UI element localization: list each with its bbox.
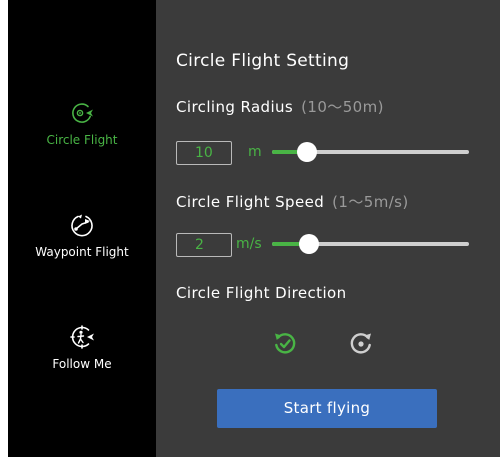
speed-range: (1～5m/s) (332, 193, 409, 211)
slider-thumb[interactable] (297, 142, 318, 162)
radius-label-text: Circling Radius (176, 98, 294, 116)
speed-label-text: Circle Flight Speed (176, 193, 325, 211)
sidebar-item-waypoint-flight[interactable]: Waypoint Flight (8, 212, 156, 259)
radius-slider[interactable] (272, 142, 469, 162)
speed-input[interactable]: 2 (176, 233, 232, 257)
speed-slider[interactable] (272, 234, 469, 254)
sidebar-item-label: Follow Me (52, 357, 112, 371)
sidebar-item-follow-me[interactable]: Follow Me (8, 324, 156, 371)
sidebar-item-label: Circle Flight (46, 133, 118, 147)
slider-thumb[interactable] (299, 234, 320, 254)
clockwise-button[interactable] (348, 330, 374, 356)
start-flying-button[interactable]: Start flying (217, 389, 437, 428)
radius-range: (10～50m) (301, 98, 384, 116)
sidebar-item-label: Waypoint Flight (35, 245, 129, 259)
speed-unit: m/s (236, 236, 262, 252)
radius-unit: m (248, 144, 262, 160)
radius-label: Circling Radius (10～50m) (176, 96, 384, 117)
mode-sidebar: Circle Flight Waypoint Flight Follow Me (8, 0, 156, 457)
waypoint-flight-icon (71, 214, 93, 237)
rotate-ccw-check-icon (275, 333, 296, 354)
page-title: Circle Flight Setting (176, 51, 350, 71)
speed-label: Circle Flight Speed (1～5m/s) (176, 191, 409, 212)
circle-flight-icon (72, 103, 93, 123)
follow-me-icon (70, 325, 94, 349)
sidebar-item-circle-flight[interactable]: Circle Flight (8, 100, 156, 147)
rotate-cw-icon (350, 333, 371, 354)
counterclockwise-button[interactable] (272, 330, 298, 356)
circle-flight-settings: Circle Flight Setting Circling Radius (10… (176, 0, 486, 457)
direction-label: Circle Flight Direction (176, 284, 347, 302)
radius-input[interactable]: 10 (176, 141, 232, 165)
